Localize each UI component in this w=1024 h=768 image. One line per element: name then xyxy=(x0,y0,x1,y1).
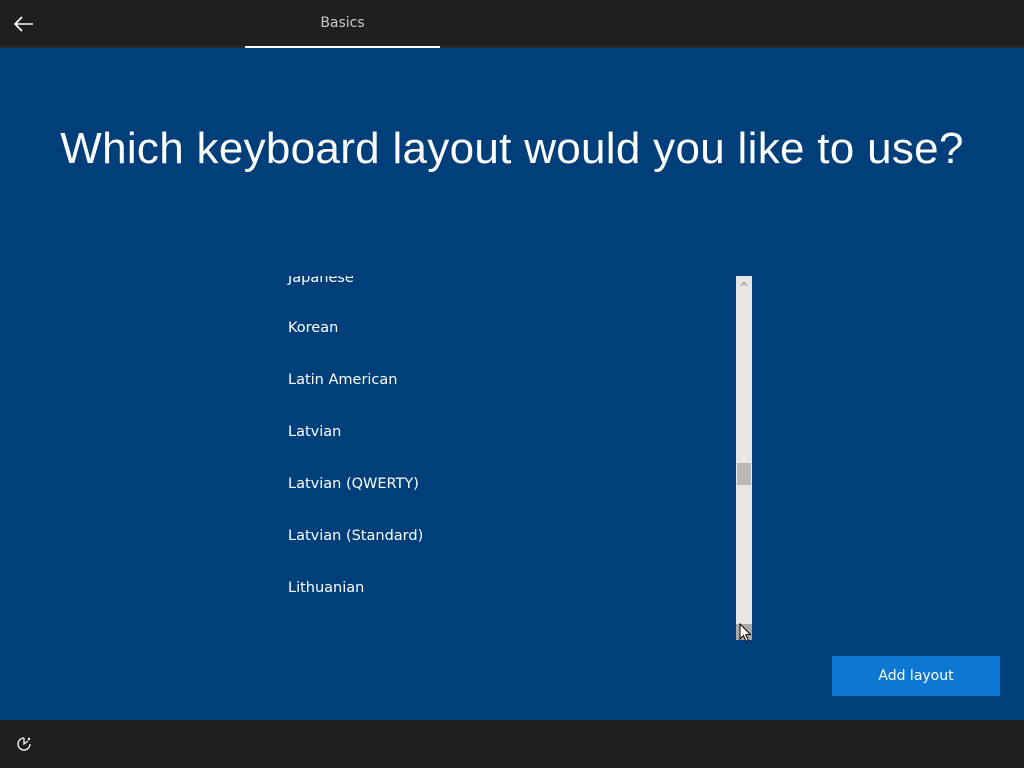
mouse-pointer-icon xyxy=(739,623,752,643)
list-item[interactable]: Korean xyxy=(288,315,338,341)
list-scrollbar[interactable] xyxy=(736,276,752,640)
top-bar: Basics xyxy=(0,0,1024,48)
add-layout-button[interactable]: Add layout xyxy=(832,656,1000,696)
list-item[interactable]: Latvian xyxy=(288,419,341,445)
scroll-thumb[interactable] xyxy=(737,462,751,485)
bottom-bar xyxy=(0,720,1024,768)
back-arrow-icon xyxy=(14,16,33,32)
tab-basics-label: Basics xyxy=(320,15,365,31)
list-item[interactable]: Latvian (Standard) xyxy=(288,523,423,549)
keyboard-layout-list[interactable]: Japanese Korean Latin American Latvian L… xyxy=(272,276,752,640)
ease-of-access-icon xyxy=(17,737,31,751)
chevron-up-icon xyxy=(740,281,748,287)
tab-basics: Basics xyxy=(245,0,440,48)
list-item[interactable]: Latin American xyxy=(288,367,397,393)
scroll-up-button[interactable] xyxy=(736,276,752,292)
tab-active-indicator xyxy=(245,46,440,48)
list-item[interactable]: Lithuanian xyxy=(288,575,364,601)
back-button[interactable] xyxy=(8,8,40,40)
list-item[interactable]: Japanese xyxy=(288,276,354,291)
list-item[interactable]: Latvian (QWERTY) xyxy=(288,471,419,497)
ease-of-access-button[interactable] xyxy=(12,732,36,756)
page-title: Which keyboard layout would you like to … xyxy=(60,124,964,173)
